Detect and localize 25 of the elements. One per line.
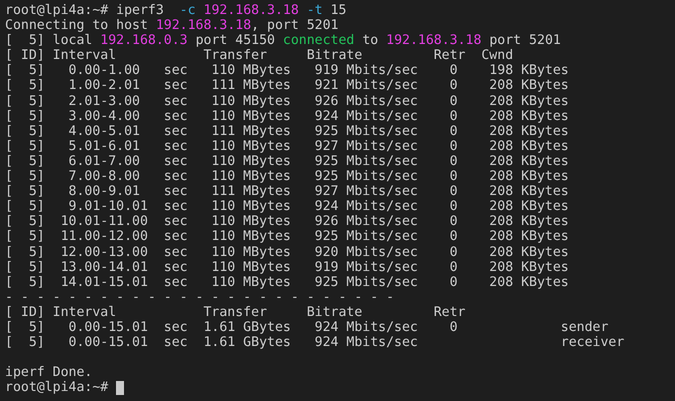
terminal-line: [ 5] 1.00-2.01 sec 111 MBytes 921 Mbits/sec 0 208 KBytes [5, 78, 569, 94]
terminal-line: [ 5] 0.00-15.01 sec 1.61 GBytes 924 Mbits/sec receiver [5, 335, 624, 350]
terminal-line: root@lpi4a:~# [5, 380, 110, 396]
terminal-line: [ 5] 4.00-5.01 sec 111 MBytes 925 Mbits/sec 0 208 KBytes [5, 124, 569, 139]
terminal-line: [ 5] 11.00-12.00 sec 110 MBytes 925 Mbits/sec 0 208 KBytes [5, 229, 569, 244]
terminal-line: [ 5] 9.01-10.01 sec 110 MBytes 924 Mbits/sec 0 208 KBytes [5, 199, 569, 214]
terminal-line: [ 5] 7.00-8.00 sec 110 MBytes 925 Mbits/sec 0 208 KBytes [5, 169, 569, 184]
terminal-line: root@lpi4a:~# iperf3 -c 192.168.3.18 -t 15 [5, 3, 346, 18]
terminal-line: iperf Done. [5, 365, 92, 380]
terminal-line: [ 5] 2.01-3.00 sec 110 MBytes 926 Mbits/sec 0 208 KBytes [5, 94, 569, 109]
terminal-line: [ 5] 8.00-9.01 sec 111 MBytes 927 Mbits/sec 0 208 KBytes [5, 184, 569, 200]
terminal-line: [ 5] 14.01-15.01 sec 110 MBytes 925 Mbits/sec 0 208 KBytes [5, 274, 569, 290]
terminal-line: [ 5] local 192.168.0.3 port 45150 connected to 192.168.3.18 port 5201 [5, 33, 561, 48]
terminal-line: [ 5] 10.01-11.00 sec 110 MBytes 926 Mbits/sec 0 208 KBytes [5, 214, 569, 230]
terminal-line: [ 5] 12.00-13.00 sec 110 MBytes 920 Mbits/sec 0 208 KBytes [5, 244, 569, 260]
terminal-line: [ ID] Interval Transfer Bitrate Retr Cwnd [5, 48, 514, 64]
terminal-line: [ 5] 6.01-7.00 sec 110 MBytes 925 Mbits/sec 0 208 KBytes [5, 154, 569, 170]
terminal-line: [ 5] 13.00-14.01 sec 110 MBytes 919 Mbits/sec 0 208 KBytes [5, 260, 569, 275]
terminal-line: - - - - - - - - - - - - - - - - - - - - - - - - - [5, 290, 394, 305]
terminal-line: Connecting to host 192.168.3.18, port 5201 [5, 18, 338, 34]
terminal-line: [ 5] 5.01-6.01 sec 110 MBytes 927 Mbits/sec 0 208 KBytes [5, 138, 569, 154]
terminal-line: [ 5] 0.00-15.01 sec 1.61 GBytes 924 Mbits/sec 0 sender [5, 320, 608, 336]
terminal-line: [ ID] Interval Transfer Bitrate Retr [5, 304, 466, 320]
terminal-line: [ 5] 0.00-1.00 sec 110 MBytes 919 Mbits/sec 0 198 KBytes [5, 63, 569, 78]
terminal-line: [ 5] 3.00-4.00 sec 110 MBytes 924 Mbits/sec 0 208 KBytes [5, 108, 569, 124]
